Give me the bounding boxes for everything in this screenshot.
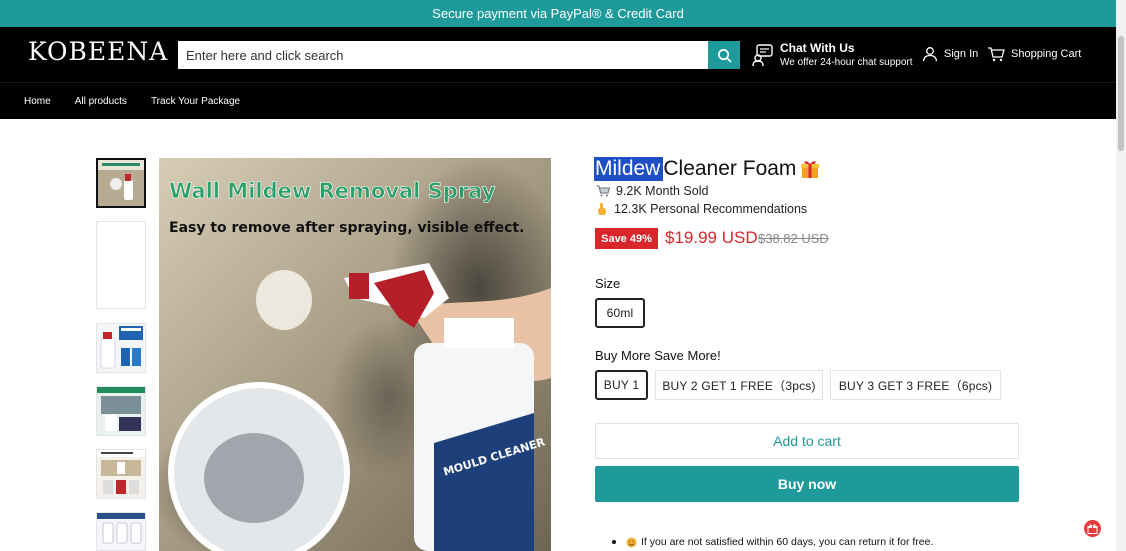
save-badge: Save 49%: [595, 228, 658, 249]
thumbs-up-emoji-icon: [598, 203, 606, 215]
scrollbar-thumb[interactable]: [1118, 36, 1124, 151]
main-nav: Home All products Track Your Package: [0, 82, 1116, 119]
title-highlight: Mildew: [594, 157, 664, 181]
month-sold: 9.2K Month Sold: [596, 184, 708, 198]
nav-item-all-products[interactable]: All products: [75, 96, 127, 107]
bundle-label: Buy More Save More!: [595, 348, 721, 363]
image-headline: Wall Mildew Removal Spray: [169, 179, 496, 203]
gift-widget-icon: [1087, 524, 1098, 534]
thumbnail-4-image: [97, 387, 145, 435]
thumbnail-1[interactable]: [96, 158, 146, 208]
thumbnail-5-image: [97, 450, 145, 498]
cart-label: Shopping Cart: [1011, 48, 1082, 60]
add-to-cart-button[interactable]: Add to cart: [595, 423, 1019, 459]
site-logo[interactable]: KOBEENA: [28, 37, 168, 66]
buy-now-button[interactable]: Buy now: [595, 466, 1019, 502]
thumbnail-3[interactable]: [96, 323, 146, 373]
thumbnail-5[interactable]: [96, 449, 146, 499]
gift-icon: [801, 159, 820, 179]
recommendations-text: 12.3K Personal Recommendations: [614, 202, 808, 216]
search-bar: [178, 41, 740, 69]
bundle-option-buy-1[interactable]: BUY 1: [595, 370, 648, 400]
shopping-cart-link[interactable]: Shopping Cart: [987, 46, 1081, 62]
compare-price: $38.82 USD: [758, 231, 829, 246]
shopping-cart-emoji-icon: [596, 185, 610, 197]
size-option-60ml[interactable]: 60ml: [595, 298, 645, 328]
image-subline: Easy to remove after spraying, visible e…: [169, 220, 524, 236]
search-input[interactable]: [178, 41, 708, 69]
thumbnail-3-image: [97, 324, 145, 372]
title-rest: Cleaner Foam: [663, 157, 797, 180]
size-label: Size: [595, 276, 621, 291]
thumbnail-2[interactable]: [96, 221, 146, 309]
bundle-option-buy-3-get-3[interactable]: BUY 3 GET 3 FREE（6pcs): [830, 370, 1001, 400]
chat-support-icon: [752, 43, 773, 66]
user-icon: [922, 47, 938, 62]
chat-title: Chat With Us: [780, 41, 855, 55]
cart-icon: [988, 47, 1005, 62]
search-button[interactable]: [708, 41, 740, 69]
bullet-dot: [612, 540, 616, 544]
product-title: Mildew Cleaner Foam: [594, 157, 820, 181]
floating-gift-button[interactable]: [1084, 520, 1101, 537]
month-sold-text: 9.2K Month Sold: [616, 184, 709, 198]
site-header: KOBEENA Chat With Us We offer 24-hour ch…: [0, 27, 1116, 82]
thumbnail-4[interactable]: [96, 386, 146, 436]
recommendations: 12.3K Personal Recommendations: [596, 202, 807, 216]
guarantee-text: If you are not satisfied within 60 days,…: [641, 536, 934, 548]
sign-in-link[interactable]: Sign In: [922, 46, 978, 62]
thumbnail-6-image: [97, 513, 145, 550]
chat-subtitle: We offer 24-hour chat support: [780, 57, 913, 68]
nav-item-home[interactable]: Home: [24, 96, 51, 107]
sign-in-label: Sign In: [944, 48, 979, 60]
bundle-option-buy-2-get-1[interactable]: BUY 2 GET 1 FREE（3pcs): [655, 370, 823, 400]
sale-price: $19.99 USD: [665, 228, 758, 247]
thumbnail-1-image: [98, 160, 144, 206]
search-icon: [717, 48, 731, 62]
smile-emoji-icon: [626, 537, 637, 547]
guarantee-note: If you are not satisfied within 60 days,…: [612, 536, 933, 548]
thumbnail-6[interactable]: [96, 512, 146, 551]
main-product-image[interactable]: MOULD CLEANER Wall Mildew Removal Spray …: [159, 158, 551, 551]
chat-support[interactable]: Chat With Us We offer 24-hour chat suppo…: [752, 41, 913, 68]
announcement-bar: Secure payment via PayPal® & Credit Card: [0, 0, 1116, 27]
nav-item-track-package[interactable]: Track Your Package: [151, 96, 240, 107]
